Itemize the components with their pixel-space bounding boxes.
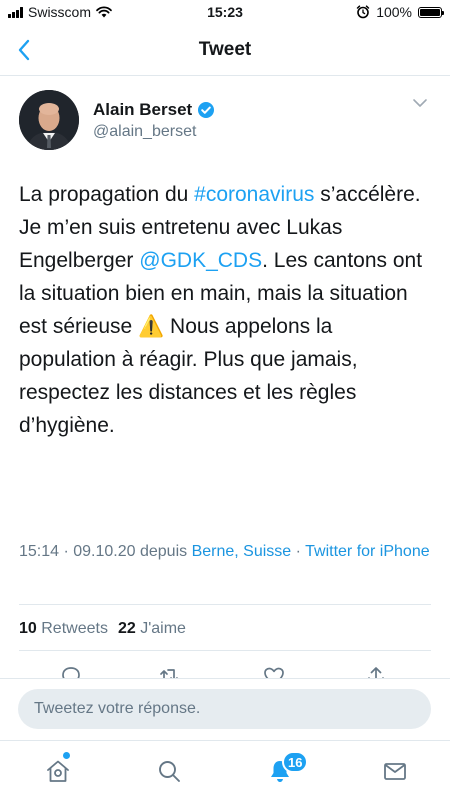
meta-separator: · [291, 543, 306, 560]
location-link[interactable]: Berne, Suisse [192, 543, 292, 560]
retweets-label: Retweets [41, 620, 108, 637]
status-right: 100% [356, 4, 444, 20]
retweets-stat[interactable]: 10 Retweets [19, 620, 108, 638]
alarm-icon [356, 5, 370, 19]
author-handle[interactable]: @alain_berset [93, 123, 196, 141]
divider [19, 604, 431, 605]
tweet-text: La propagation du #coronavirus s’accélèr… [19, 178, 431, 442]
warning-emoji: ⚠️ [138, 315, 165, 338]
avatar[interactable] [19, 90, 79, 150]
status-bar: Swisscom 15:23 100% [0, 0, 450, 26]
author-name-row[interactable]: Alain Berset [93, 100, 215, 120]
tweet-stats: 10 Retweets 22 J'aime [19, 620, 186, 638]
home-icon[interactable] [44, 757, 72, 785]
tweet-text-part: La propagation du [19, 183, 195, 206]
source-link[interactable]: Twitter for iPhone [305, 543, 430, 560]
reply-bar [0, 678, 450, 738]
mention-link[interactable]: @GDK_CDS [139, 249, 262, 272]
tweet-timestamp: 15:14 · 09.10.20 depuis [19, 543, 192, 560]
hashtag-link[interactable]: #coronavirus [194, 183, 314, 206]
tweet-author: Alain Berset @alain_berset [19, 90, 431, 156]
likes-label: J'aime [140, 620, 186, 637]
notifications-badge: 16 [282, 751, 309, 773]
search-icon[interactable] [155, 757, 183, 785]
nav-header: Tweet [0, 26, 450, 76]
divider [19, 650, 431, 651]
page-title: Tweet [198, 39, 252, 60]
verified-badge-icon [198, 102, 215, 118]
chevron-down-icon[interactable] [409, 92, 431, 114]
tweet-meta: 15:14 · 09.10.20 depuis Berne, Suisse · … [19, 540, 431, 563]
retweets-count: 10 [19, 620, 37, 637]
tab-bar: 16 [0, 740, 450, 800]
battery-icon [418, 6, 444, 18]
reply-input[interactable] [18, 689, 431, 729]
likes-stat[interactable]: 22 J'aime [118, 620, 186, 638]
likes-count: 22 [117, 620, 136, 637]
avatar-image [19, 90, 79, 150]
battery-percent: 100% [376, 4, 412, 20]
author-name: Alain Berset [93, 100, 193, 119]
mail-icon[interactable] [381, 757, 409, 785]
